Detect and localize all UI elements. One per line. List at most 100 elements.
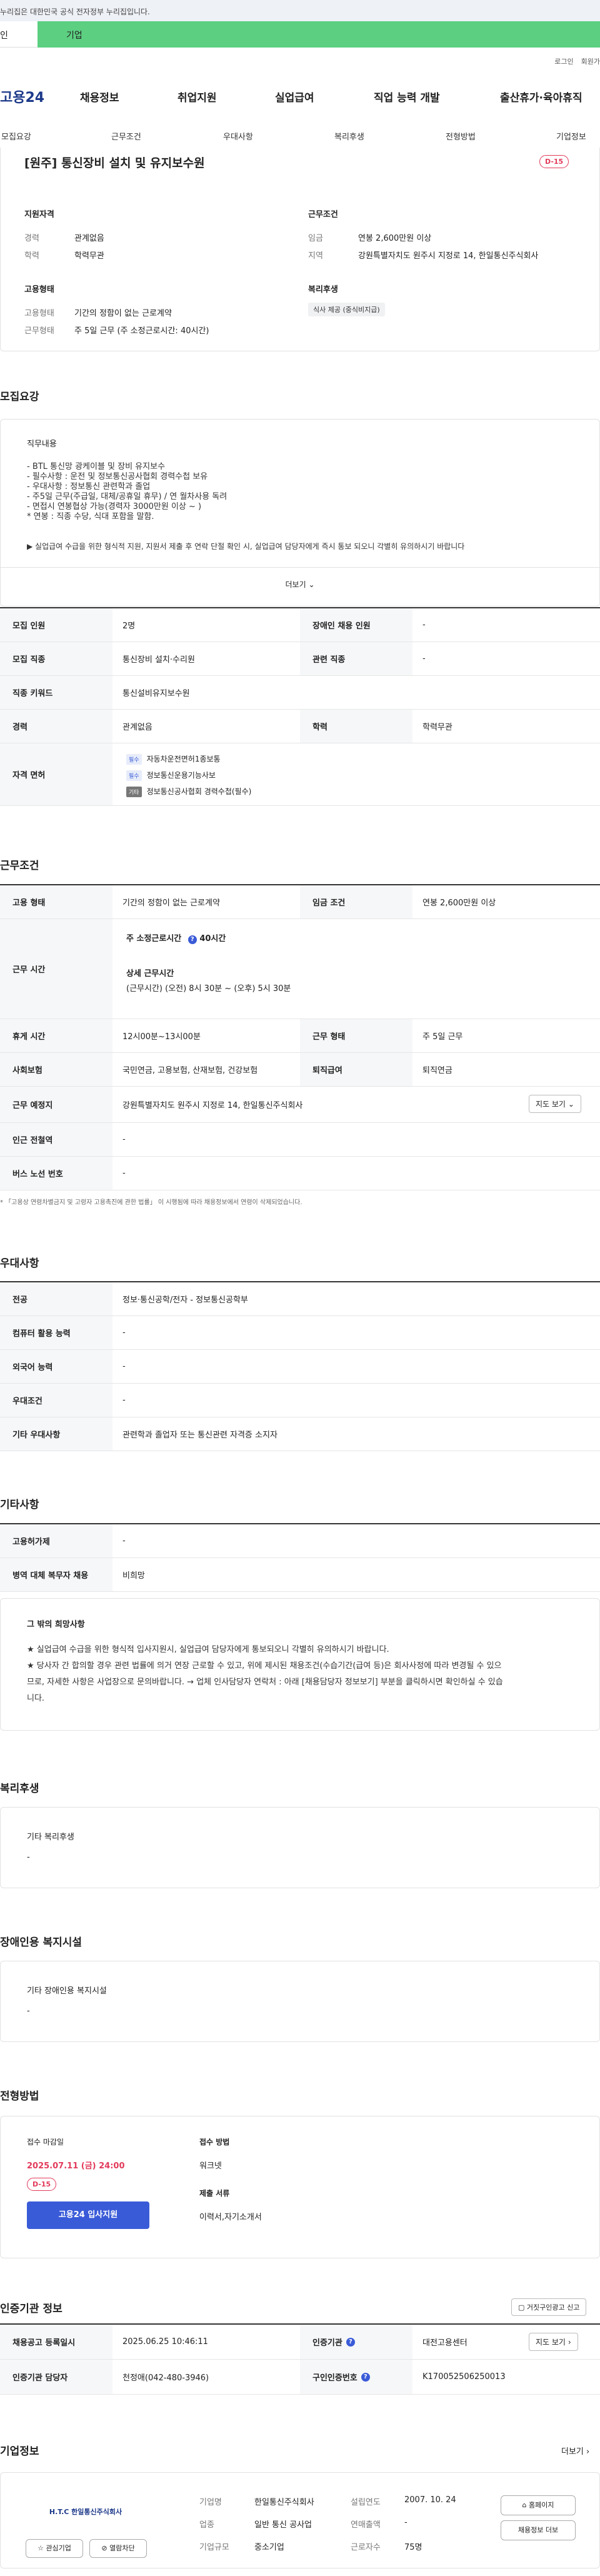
td: 통신장비 설치·수리원: [122, 655, 195, 665]
disab-card: 기타 장애인용 복지시설 -: [0, 1961, 600, 2042]
method-value: 워크넷: [199, 2161, 222, 2171]
login-link[interactable]: 로그인: [554, 58, 573, 66]
career-label: 경력: [24, 234, 39, 243]
td: -: [422, 654, 426, 663]
gnb-item[interactable]: 출산휴가·육아휴직: [500, 89, 582, 104]
table-row: 채용공고 등록일시 2025.06.25 10:46:11 인증기관? 대전고용…: [0, 2325, 600, 2360]
table-row: 자격 면허 필수 자동차운전면허1종보통 필수 정보통신운용기능사보 기타 정보통신공…: [0, 743, 600, 806]
co-sales-value: -: [404, 2518, 408, 2527]
th: 사회보험: [0, 1053, 112, 1086]
benefit-card: 기타 복리후생 -: [0, 1807, 600, 1888]
process-section-title: 전형방법: [0, 2090, 39, 2103]
table-row: 인증기관 담당자 천정애(042-480-3946) 구인인증번호? K1700…: [0, 2360, 600, 2395]
tab-recruit[interactable]: 모집요강: [1, 130, 31, 142]
interest-button[interactable]: ☆ 관심기업: [26, 2539, 83, 2558]
deadline-value: 2025.07.11 (금) 24:00: [27, 2161, 125, 2171]
interest-label: 관심기업: [46, 2544, 71, 2552]
license-item: 필수 자동차운전면허1종보통: [126, 753, 221, 765]
th: 고용허가제: [0, 1524, 112, 1557]
table-row: 버스 노선 번호 -: [0, 1157, 600, 1190]
block-label: 열람차단: [109, 2544, 135, 2552]
dday-badge: D-15: [539, 155, 569, 168]
co-size-value: 중소기업: [254, 2543, 284, 2552]
th: 자격 면허: [0, 743, 112, 805]
jobs-more-button[interactable]: 채용정보 더보: [501, 2520, 576, 2540]
tab-personal[interactable]: 인: [0, 21, 38, 48]
co-biz-value: 일반 통신 공사업: [254, 2520, 312, 2530]
wish-card: 그 밖의 희망사항 ★ 실업급여 수급을 위한 형식적 입사지원시, 실업급여 …: [0, 1598, 600, 1731]
td: -: [122, 1169, 126, 1178]
wish-line: ★ 당사자 간 합의할 경우 관련 법률에 의거 연장 근로할 수 있고, 위에…: [27, 1661, 502, 1671]
th: 학력: [300, 710, 412, 743]
recruit-section-title: 모집요강: [0, 391, 39, 403]
join-link[interactable]: 회원가: [581, 58, 600, 66]
td: 천정애(042-480-3946): [122, 2373, 209, 2383]
th: 관련 직종: [300, 642, 412, 675]
disab-label: 기타 장애인용 복지시설: [27, 1986, 107, 1996]
disab-section-title: 장애인용 복지시설: [0, 1936, 82, 1949]
info-icon[interactable]: ?: [361, 2372, 370, 2382]
report-icon: ▢: [518, 2303, 525, 2312]
td: 통신설비유지보수원: [122, 689, 190, 698]
detail-label: 상세 근무시간: [126, 969, 174, 979]
tab-company-info[interactable]: 기업정보: [556, 130, 586, 142]
td: 관련학과 졸업자 또는 통신관련 자격증 소지자: [122, 1431, 278, 1440]
company-more-link[interactable]: 더보기 ›: [561, 2445, 589, 2457]
job-title: [원주] 통신장비 설치 및 유지보수원: [24, 156, 205, 170]
license-item: 기타 정보통신공사협회 경력수첩(필수): [126, 786, 251, 797]
job-desc-card: 직무내용 - BTL 통신망 광케이블 및 장비 유지보수 - 필수사항 : 운…: [0, 419, 600, 606]
tab-process[interactable]: 전형방법: [446, 130, 476, 142]
table-row: 근무 예정지 강원특별자치도 원주시 지정로 14, 한일통신주식회사 지도 보…: [0, 1087, 600, 1123]
homepage-button[interactable]: ⌂ 홈페이지: [501, 2495, 576, 2515]
benefit-section-title: 복리후생: [0, 1783, 39, 1795]
license-item: 필수 정보통신운용기능사보: [126, 770, 216, 781]
table-row: 외국어 능력 -: [0, 1350, 600, 1384]
table-row: 인근 전철역 -: [0, 1123, 600, 1157]
tab-company[interactable]: 기업: [38, 21, 600, 48]
report-button[interactable]: ▢ 거짓구인광고 신고: [511, 2298, 587, 2316]
td: 정보·통신공학/전자 - 정보통신공학부: [122, 1296, 248, 1305]
info-icon[interactable]: ?: [188, 935, 197, 944]
util-links: 로그인 회원가: [547, 56, 600, 66]
table-row: 병역 대체 복무자 채용 비희망: [0, 1558, 600, 1592]
wish-line: 니다.: [27, 1694, 45, 1703]
th: 임금 조건: [300, 885, 412, 918]
co-found-value: 2007. 10. 24: [404, 2495, 456, 2505]
gnb-item[interactable]: 실업급여: [275, 89, 314, 104]
required-badge: 필수: [126, 754, 142, 765]
map-button[interactable]: 지도 보기 ›: [529, 2333, 578, 2351]
block-button[interactable]: ⊘ 열람차단: [89, 2539, 147, 2558]
chevron-right-icon: ›: [586, 2447, 590, 2457]
td: 연봉 2,600만원 이상: [422, 898, 496, 908]
td: 비희망: [122, 1571, 145, 1581]
map-button[interactable]: 지도 보기 ⌄: [529, 1095, 581, 1113]
table-row: 기타 우대사항 관련학과 졸업자 또는 통신관련 자격증 소지자: [0, 1417, 600, 1451]
pref-section-title: 우대사항: [0, 1257, 39, 1270]
site-logo[interactable]: 고용24: [0, 86, 44, 106]
gnb-item[interactable]: 취업지원: [178, 89, 217, 104]
tab-conditions[interactable]: 근무조건: [111, 130, 141, 142]
table-row: 휴게 시간 12시00분~13시00분 근무 형태 주 5일 근무: [0, 1019, 600, 1053]
th: 외국어 능력: [0, 1350, 112, 1383]
more-button[interactable]: 더보기 ⌄: [1, 567, 599, 606]
th: 휴게 시간: [0, 1019, 112, 1052]
th: 고용 형태: [0, 885, 112, 918]
gnb-item[interactable]: 직업 능력 개발: [374, 89, 440, 104]
work-section-title: 근무조건: [0, 860, 39, 872]
td: 국민연금, 고용보험, 산재보험, 건강보험: [122, 1066, 258, 1075]
chevron-right-icon: ›: [568, 2338, 571, 2347]
hours-value: 40시간: [199, 934, 226, 943]
td: 관계없음: [122, 723, 152, 732]
emp-title: 고용형태: [24, 285, 54, 294]
etc-badge: 기타: [126, 787, 142, 797]
tab-welfare[interactable]: 복리후생: [334, 130, 364, 142]
process-card: 접수 마감일 2025.07.11 (금) 24:00 D-15 고용24 입사…: [0, 2116, 600, 2258]
gnb-item[interactable]: 채용정보: [80, 89, 119, 104]
apply-button[interactable]: 고용24 입사지원: [27, 2201, 149, 2229]
tab-preferences[interactable]: 우대사항: [223, 130, 253, 142]
info-icon[interactable]: ?: [346, 2337, 355, 2347]
table-row: 직종 키워드 통신설비유지보수원: [0, 676, 600, 710]
th: 모집 인원: [0, 608, 112, 641]
chevron-down-icon: ⌄: [308, 580, 315, 589]
desc-title: 직무내용: [27, 440, 57, 449]
